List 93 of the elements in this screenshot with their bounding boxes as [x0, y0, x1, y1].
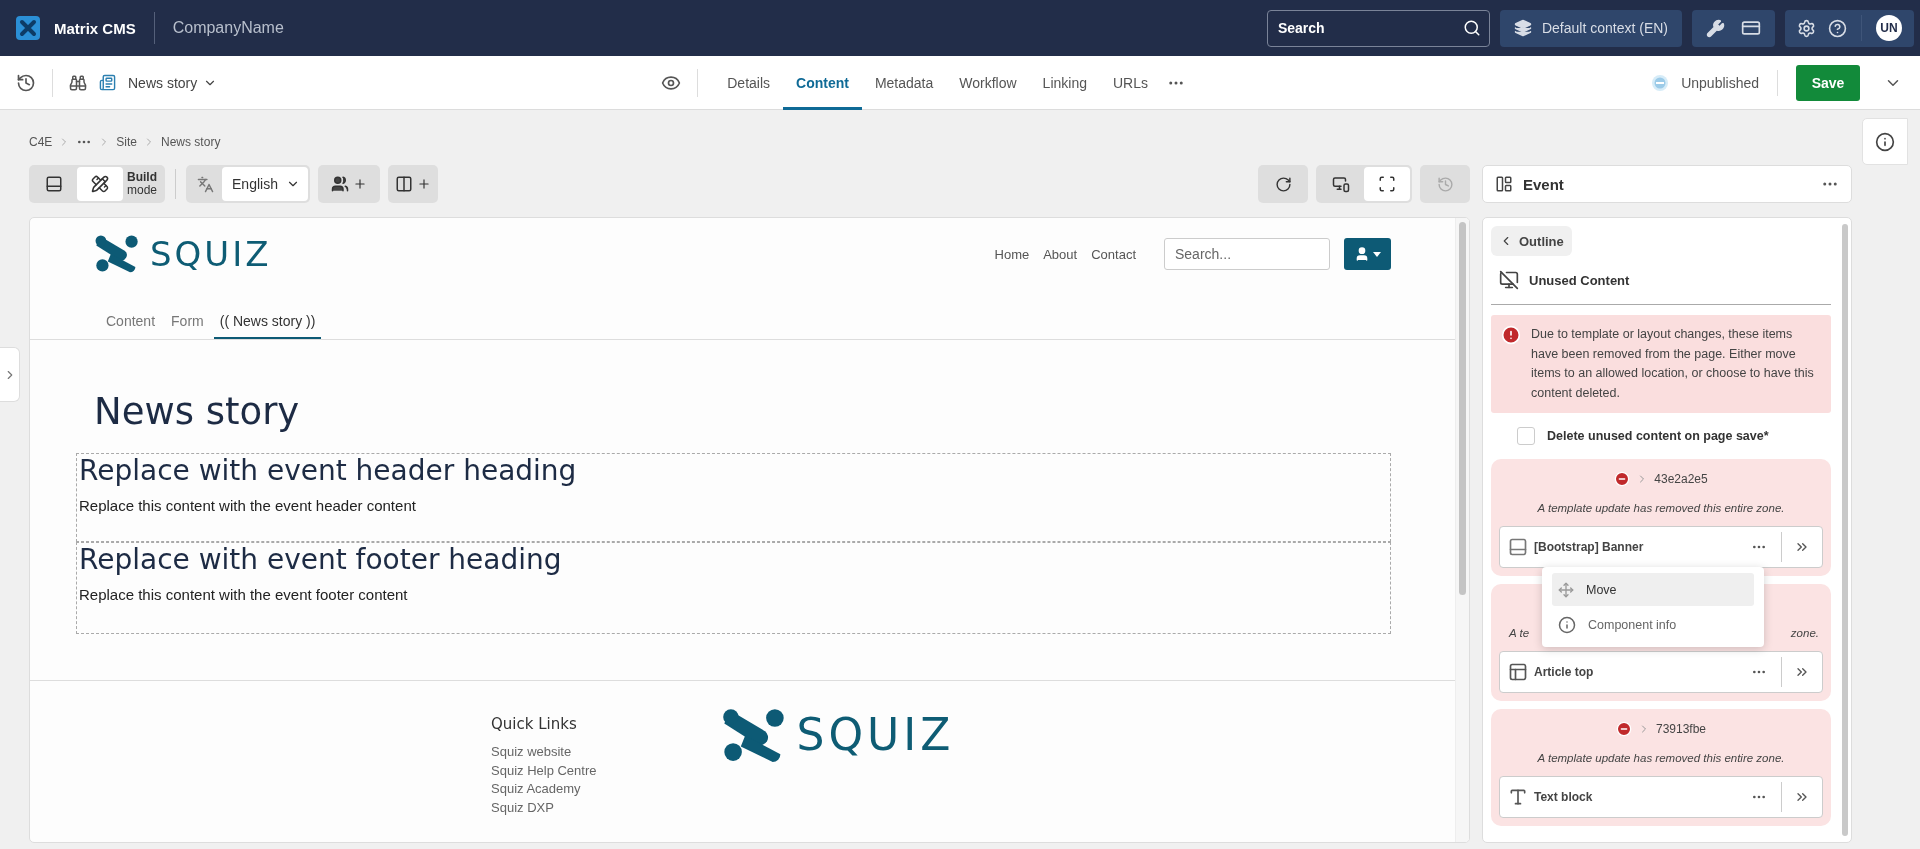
tab[interactable]: Details — [714, 55, 784, 110]
context-button[interactable]: Default context (EN) — [1499, 9, 1682, 47]
move-icon — [1558, 581, 1574, 598]
block-text: Replace this content with the event footer content — [79, 586, 409, 603]
footer-link[interactable]: Squiz website — [491, 743, 597, 762]
mode-button[interactable] — [77, 167, 123, 201]
plus-icon — [352, 177, 367, 191]
block-heading: Replace with event footer heading — [79, 543, 563, 576]
layers-icon — [1513, 19, 1532, 37]
site-tab[interactable]: Content — [100, 313, 162, 339]
alert-text: Due to template or layout changes, these items have been removed from the page. Either move items to an allowed location, or choose to have this content deleted. — [1531, 326, 1815, 402]
settings-icon[interactable] — [1797, 18, 1816, 38]
block-heading: Replace with event header heading — [79, 454, 578, 487]
nav-link[interactable]: Home — [994, 246, 1030, 262]
footer-link[interactable]: Squiz Help Centre — [491, 761, 597, 780]
product-name: Matrix CMS — [54, 19, 136, 37]
logo-mark-icon — [94, 234, 140, 274]
search-field[interactable]: Search — [1266, 9, 1490, 47]
zone-note: A template update has removed this entire zone. — [1536, 502, 1786, 514]
text-icon — [1508, 787, 1528, 807]
nav-link[interactable]: Contact — [1091, 246, 1136, 262]
tab[interactable]: Linking — [1029, 55, 1100, 110]
tab[interactable]: Metadata — [861, 55, 947, 110]
company-name: CompanyName — [172, 19, 284, 37]
people-icon — [330, 175, 349, 193]
checkbox-label: Delete unused content on page save* — [1547, 429, 1769, 443]
zone-id: 73913fbe — [1655, 722, 1707, 736]
menu-item[interactable]: Move — [1552, 573, 1754, 606]
user-icon — [1354, 246, 1370, 262]
breadcrumb-link[interactable]: C4E — [29, 135, 53, 149]
publish-status: Unpublished — [1681, 74, 1759, 91]
binoculars-icon[interactable] — [69, 73, 87, 92]
footer-logo-wordmark: SQUIZ — [796, 713, 955, 758]
logo-mark-icon — [720, 707, 787, 764]
site-tab[interactable]: Form — [165, 313, 210, 339]
preview-icon — [45, 175, 63, 193]
footer-heading: Quick Links — [491, 715, 578, 733]
history-icon[interactable] — [16, 72, 36, 93]
layout-icon — [1508, 662, 1528, 682]
search-icon[interactable] — [1462, 18, 1481, 37]
translate-icon — [196, 175, 214, 193]
logo-wordmark: SQUIZ — [150, 237, 272, 271]
fullscreen-icon — [1378, 175, 1396, 193]
site-search-field[interactable]: Search... — [1164, 238, 1330, 270]
footer-link[interactable]: Squiz DXP — [491, 798, 597, 817]
info-icon — [1875, 131, 1895, 152]
outline-back-button[interactable]: Outline — [1491, 226, 1572, 256]
mode-label: Build mode — [126, 171, 159, 197]
alert-icon — [1501, 325, 1521, 345]
tab[interactable]: Content — [783, 55, 862, 110]
card-icon[interactable] — [1741, 18, 1761, 38]
site-tab[interactable]: (( News story )) — [213, 313, 322, 339]
refresh-icon — [1274, 175, 1292, 193]
breadcrumb-link[interactable]: Site — [116, 135, 138, 149]
panel-header: Event — [1482, 165, 1852, 203]
tab[interactable]: Workflow — [946, 55, 1030, 110]
remove-icon — [1615, 721, 1632, 737]
zone-note: A template update has removed this entire zone. — [1536, 752, 1786, 764]
split-view-icon — [394, 175, 413, 193]
wrench-icon[interactable] — [1706, 18, 1725, 38]
language-select[interactable]: English — [222, 167, 308, 201]
asset-dropdown[interactable]: News story — [128, 74, 218, 91]
nav-link[interactable]: About — [1043, 246, 1078, 262]
page-title: News story — [94, 390, 301, 433]
block-text: Replace this content with the event header content — [79, 497, 417, 514]
footer-link[interactable]: Squiz Academy — [491, 780, 597, 799]
status-icon — [1651, 73, 1670, 92]
app-logo-icon — [16, 16, 40, 40]
save-button[interactable]: Save — [1796, 64, 1860, 101]
zone-note: zone. — [1790, 627, 1819, 639]
user-avatar[interactable]: UN — [1876, 15, 1902, 41]
component-item[interactable]: Article top — [1499, 651, 1823, 693]
document-icon — [99, 74, 116, 91]
checkbox[interactable] — [1517, 427, 1535, 445]
section-title: Unused Content — [1529, 272, 1630, 288]
devices-icon — [1332, 175, 1350, 193]
build-icon — [91, 175, 109, 193]
layout-icon — [1495, 175, 1513, 193]
info-icon — [1558, 615, 1576, 634]
zone-note: A te — [1509, 627, 1530, 639]
component-item[interactable]: Text block — [1499, 776, 1823, 818]
monitor-off-icon — [1499, 270, 1519, 290]
banner-icon — [1508, 537, 1528, 557]
plus-icon — [416, 177, 431, 191]
history-icon — [1436, 175, 1454, 193]
help-icon[interactable] — [1828, 18, 1847, 38]
tab[interactable]: URLs — [1100, 55, 1161, 110]
user-menu-button[interactable] — [1344, 238, 1391, 270]
info-button[interactable] — [1862, 118, 1908, 165]
breadcrumb-current: News story — [161, 135, 221, 149]
remove-icon — [1614, 471, 1631, 487]
zone-id: 43e2a2e5 — [1654, 472, 1708, 486]
caret-icon — [1373, 251, 1381, 257]
